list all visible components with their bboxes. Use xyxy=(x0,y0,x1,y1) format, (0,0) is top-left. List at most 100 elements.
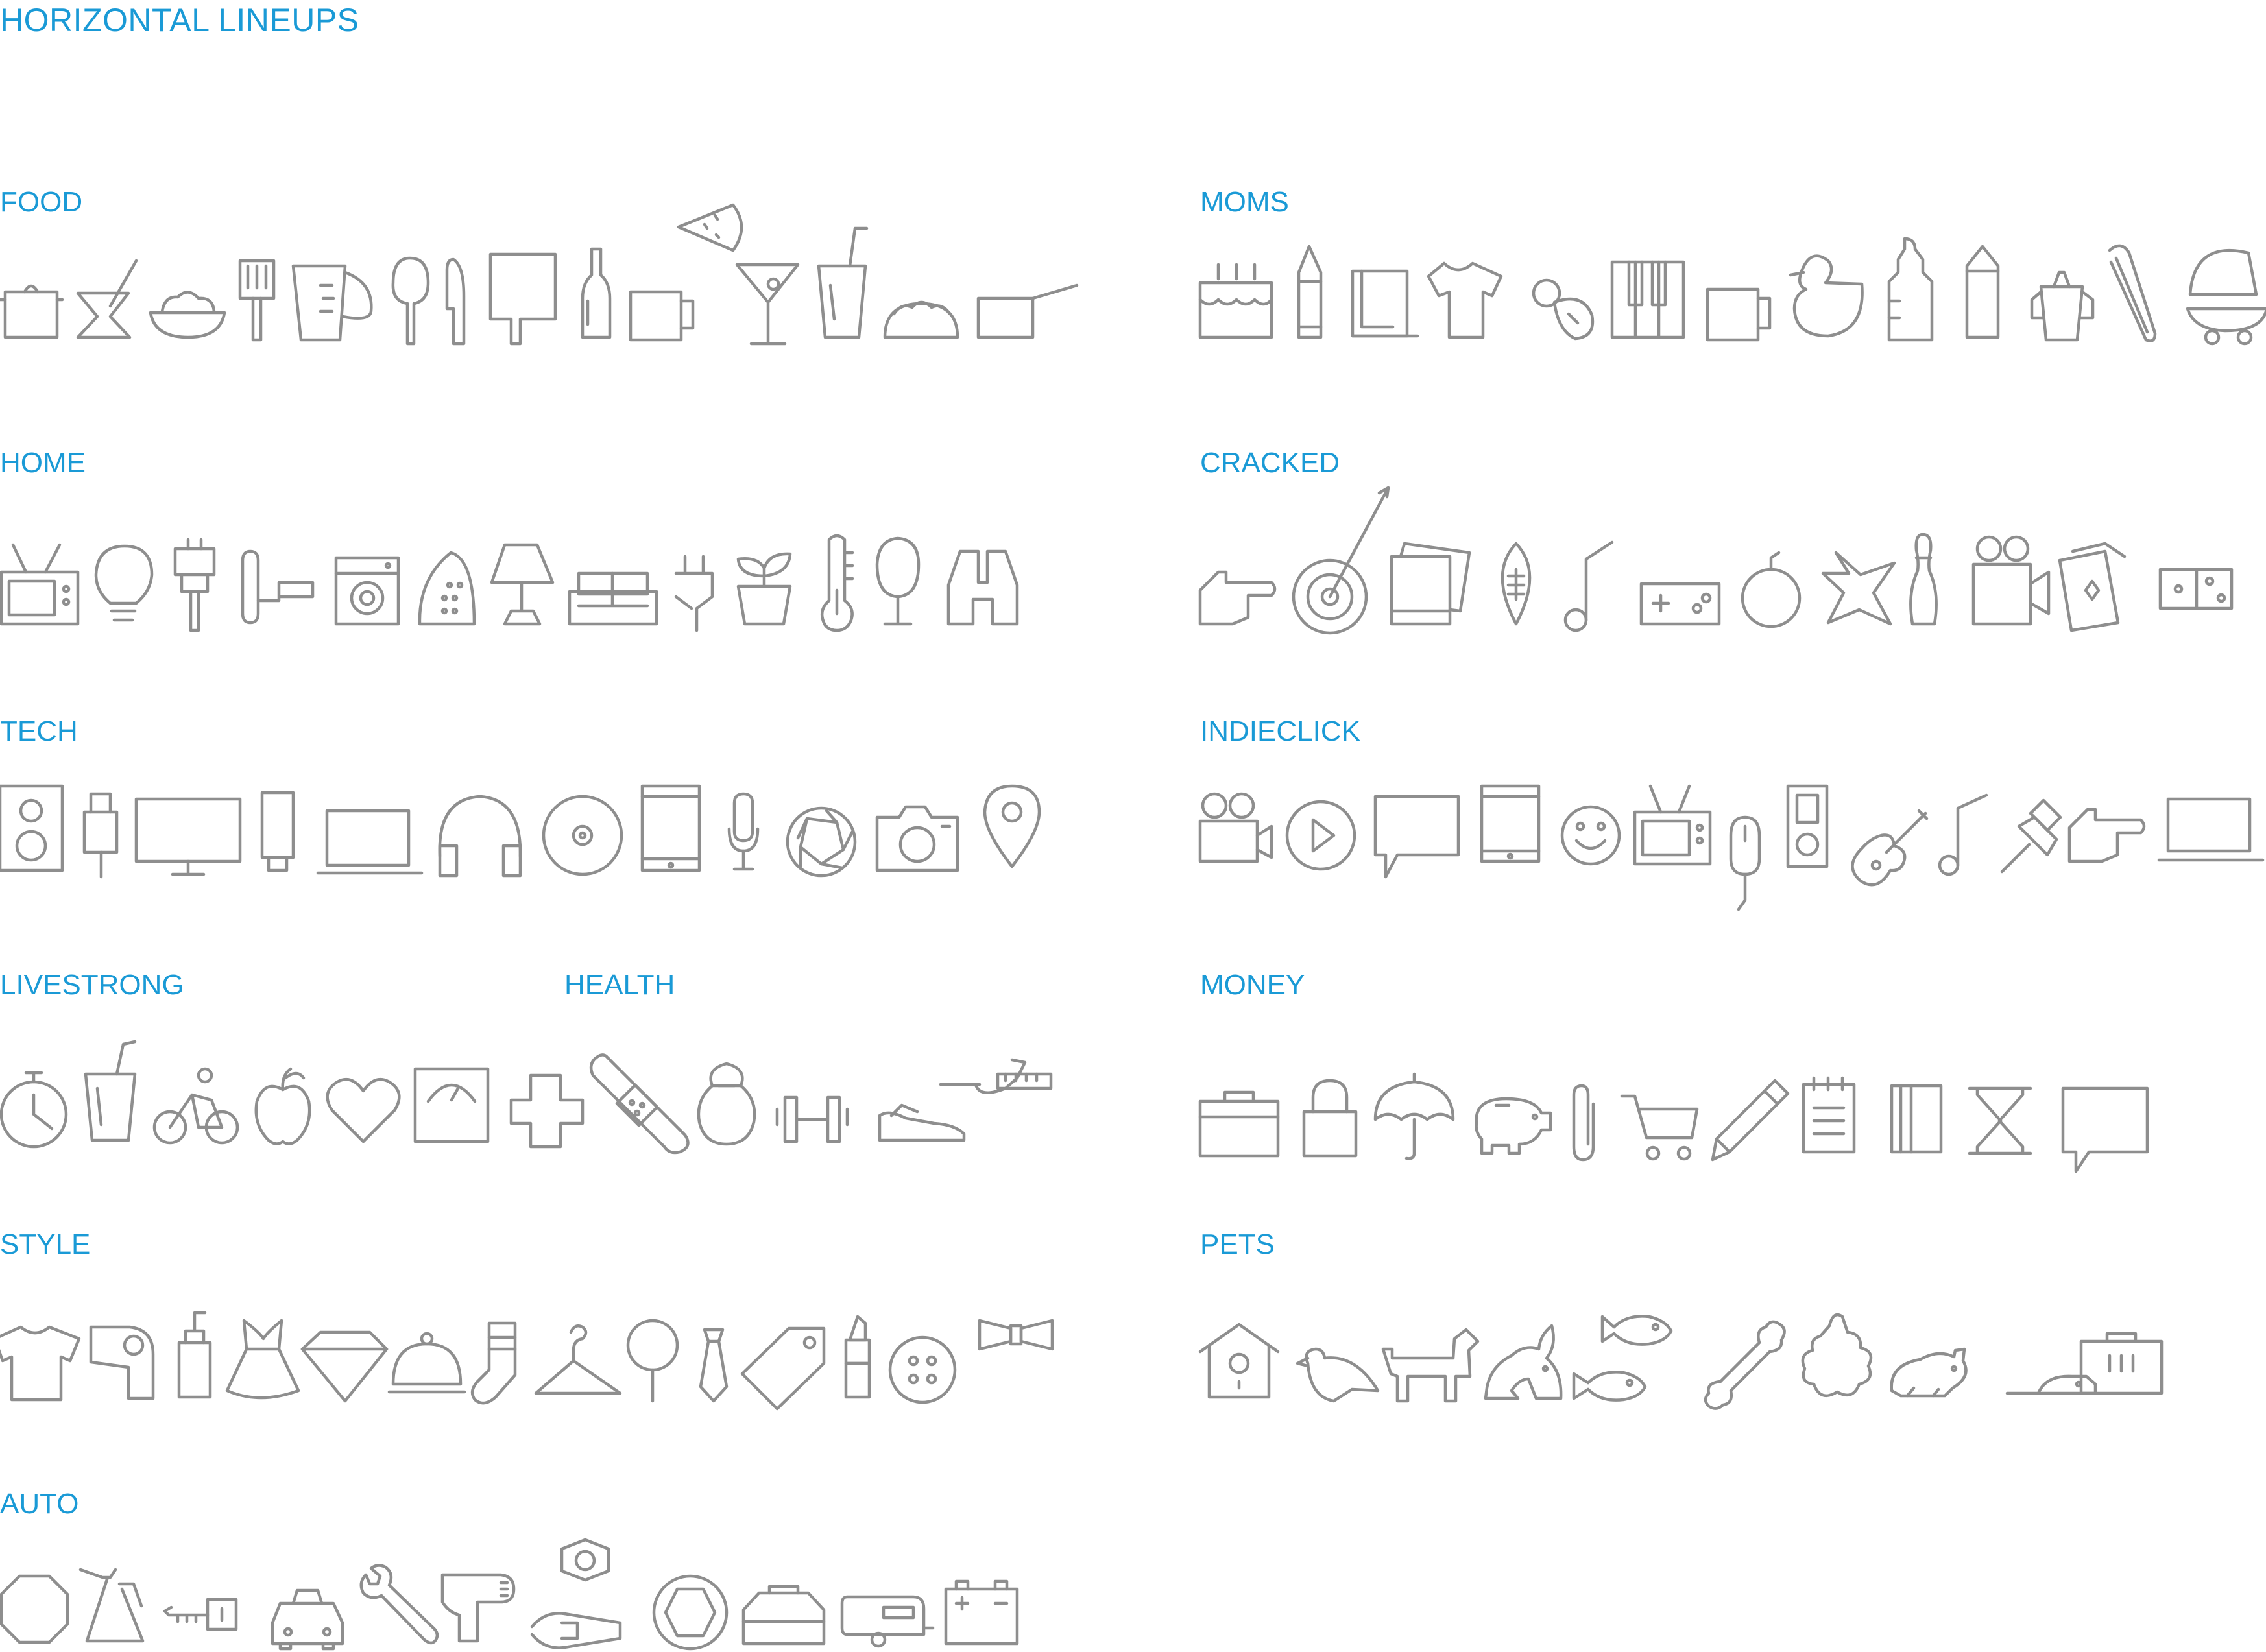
hanger-icon xyxy=(534,1304,622,1395)
video-camera-icon xyxy=(1971,533,2051,626)
umbrella-icon xyxy=(1373,1049,1455,1160)
photos-icon xyxy=(1390,533,1471,626)
music-note-icon xyxy=(1933,786,2005,877)
play-button-icon xyxy=(1285,786,1357,877)
group-label-home: HOME xyxy=(0,447,86,479)
lightbulb-icon xyxy=(94,533,167,624)
bird-icon xyxy=(1296,1304,1380,1403)
spark-plug-icon xyxy=(530,1538,622,1649)
icon-row-style xyxy=(0,1304,1103,1411)
price-tag-icon xyxy=(740,1304,826,1411)
bomb-icon xyxy=(1740,533,1811,628)
tire-icon xyxy=(651,1550,729,1651)
pot-icon xyxy=(0,246,71,339)
oil-can-icon xyxy=(78,1550,152,1643)
dog-icon xyxy=(1381,1304,1480,1403)
laptop-icon xyxy=(2157,786,2265,877)
headphones-icon xyxy=(437,786,522,878)
drink-cup-straw-icon xyxy=(83,1040,154,1142)
group-label-food: FOOD xyxy=(0,186,83,218)
apple-icon xyxy=(254,1049,327,1145)
measuring-cup-icon xyxy=(291,246,373,342)
smiley-icon xyxy=(1560,786,1633,877)
fish-pair-icon xyxy=(1572,1304,1673,1402)
speech-bubble-icon xyxy=(2061,1049,2149,1173)
briefcase-icon xyxy=(1198,1049,1280,1158)
target-dart-icon xyxy=(1291,486,1390,635)
sippy-cup-icon xyxy=(2030,246,2102,342)
icon-row-home xyxy=(0,533,1103,632)
map-pin-icon xyxy=(983,784,1056,877)
sock-icon xyxy=(470,1304,541,1405)
page-title: HORIZONTAL LINEUPS xyxy=(0,2,359,38)
camper-trailer-icon xyxy=(840,1550,935,1648)
book-icon xyxy=(1890,1049,1963,1154)
star-burst-icon xyxy=(1821,533,1896,626)
stroller-icon xyxy=(2186,246,2266,346)
car-key-icon xyxy=(163,1550,238,1641)
laptop-icon xyxy=(316,786,424,877)
icon-row-cracked xyxy=(1198,486,2264,635)
stop-sign-icon xyxy=(0,1550,71,1644)
game-controller-icon xyxy=(1639,533,1721,626)
taco-icon xyxy=(882,246,959,339)
speaker-icon xyxy=(0,784,71,877)
onesie-icon xyxy=(1426,246,1503,339)
camera-icon xyxy=(875,786,959,877)
car-icon xyxy=(271,1550,344,1651)
group-label-auto: AUTO xyxy=(0,1488,79,1520)
pacifier-icon xyxy=(1525,246,1596,341)
iron-icon xyxy=(418,533,490,626)
button-icon xyxy=(888,1304,961,1404)
group-label-money: MONEY xyxy=(1200,969,1305,1001)
monitor-icon xyxy=(134,786,242,877)
bandage-icon xyxy=(589,1049,690,1155)
t-shirt-icon xyxy=(0,1304,81,1402)
rabbit-icon xyxy=(1484,1304,1563,1400)
binoculars-icon xyxy=(946,533,1019,626)
cd-disc-icon xyxy=(542,786,623,877)
hamster-icon xyxy=(1888,1304,1968,1398)
heart-icon xyxy=(326,1049,401,1143)
medical-cross-icon xyxy=(509,1049,585,1149)
safety-pin-icon xyxy=(2103,244,2175,342)
domino-icon xyxy=(2158,533,2234,624)
wrench-icon xyxy=(357,1550,439,1645)
dress-icon xyxy=(225,1304,300,1400)
cyclist-icon xyxy=(152,1049,239,1145)
turtle-icon xyxy=(1797,1304,1873,1398)
group-label-tech: TECH xyxy=(0,715,78,747)
mirror-icon xyxy=(626,1304,698,1403)
mouse-pet-icon xyxy=(2005,1304,2097,1395)
tv-icon xyxy=(0,533,80,626)
icon-row-auto xyxy=(0,1538,1103,1651)
cloche-icon xyxy=(387,1304,466,1395)
saucepan-icon xyxy=(976,246,1079,339)
mortar-pestle-icon xyxy=(76,246,149,339)
bow-tie-icon xyxy=(978,1304,1054,1395)
drink-cup-straw-icon xyxy=(817,226,889,339)
icon-row-health xyxy=(413,1049,1064,1155)
mug-icon xyxy=(1706,246,1779,342)
aperture-icon xyxy=(786,786,859,878)
paper-towel-icon xyxy=(1351,246,1424,338)
birthday-cake-icon xyxy=(1198,246,1273,339)
speech-bubble-icon xyxy=(1373,786,1460,879)
table-lamp-icon xyxy=(490,533,563,626)
paint-roller-icon xyxy=(240,533,315,625)
icon-row-food xyxy=(0,203,1103,346)
group-label-indieclick: INDIECLICK xyxy=(1200,715,1360,747)
tablet-icon xyxy=(640,784,714,877)
salad-bowl-icon xyxy=(149,246,226,339)
measuring-tape-icon xyxy=(939,1049,1053,1140)
push-pin-icon xyxy=(1999,786,2071,877)
pointing-hand-icon xyxy=(2067,786,2146,877)
group-label-livestrong: LIVESTRONG xyxy=(0,969,184,1001)
hourglass-icon xyxy=(1968,1049,2040,1155)
pencil-icon xyxy=(1706,1049,1790,1162)
paintbrush-icon xyxy=(173,533,247,632)
battery-icon xyxy=(944,1550,1019,1646)
kettlebell-icon xyxy=(697,1049,771,1146)
hair-dryer-icon xyxy=(89,1304,162,1400)
car-hood-icon xyxy=(741,1550,826,1646)
